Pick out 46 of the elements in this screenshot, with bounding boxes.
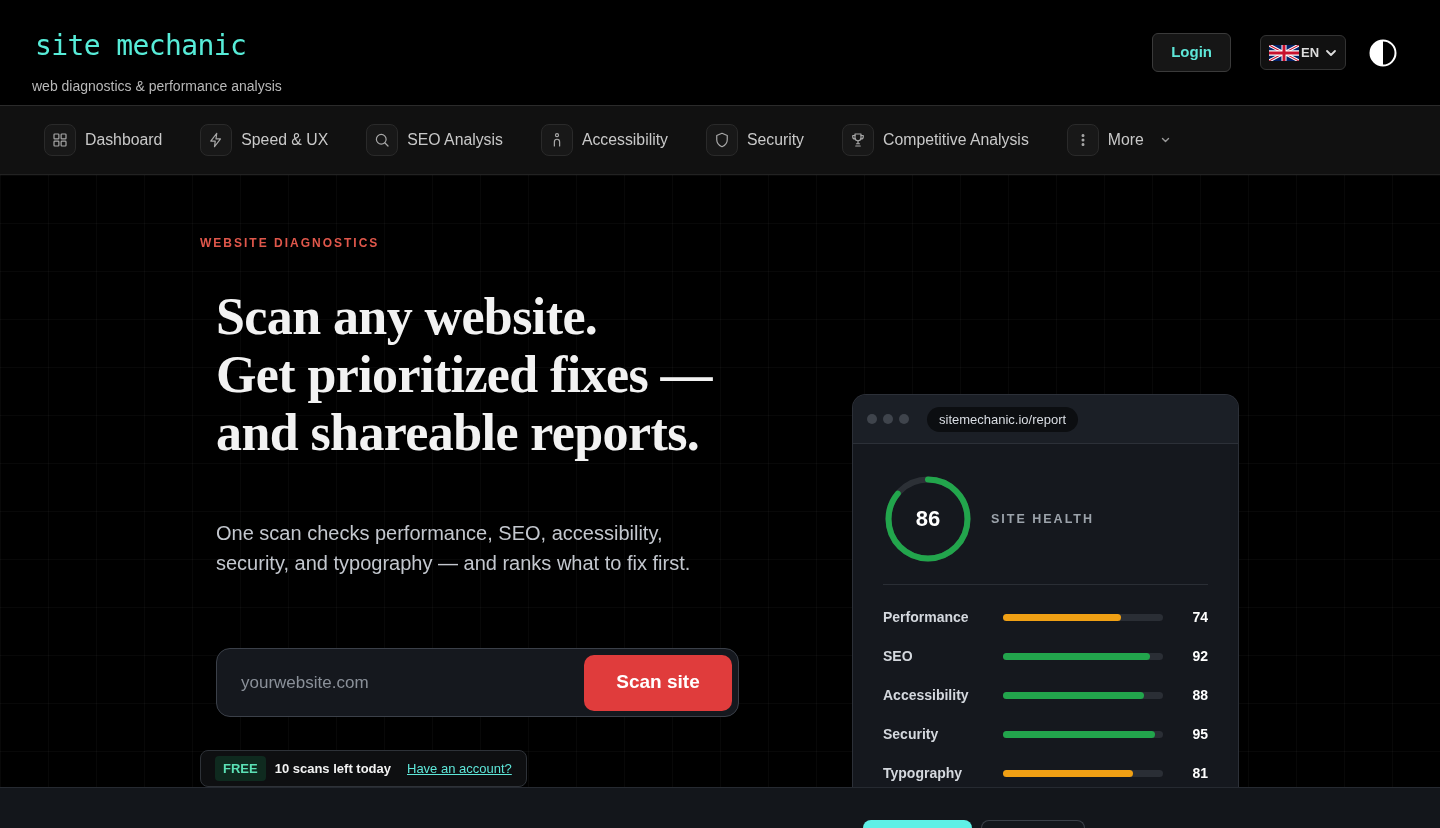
metric-value: 81 xyxy=(1191,764,1208,783)
health-label: SITE HEALTH xyxy=(991,510,1095,528)
contrast-icon[interactable] xyxy=(1369,38,1397,67)
metric-value: 88 xyxy=(1191,686,1208,705)
nav-link[interactable]: Speed & UX xyxy=(200,124,329,156)
address-bar: sitemechanic.io/report xyxy=(927,406,1079,432)
more-menu-button[interactable]: More xyxy=(1066,124,1170,156)
quota-text: 10 scans left today xyxy=(274,759,391,778)
eyebrow-text: WEBSITE DIAGNOSTICS xyxy=(200,236,380,250)
person-icon xyxy=(540,124,573,156)
metric-label: Performance xyxy=(883,608,970,627)
metric-label: SEO xyxy=(883,647,914,666)
lightning-icon xyxy=(200,124,233,156)
nav-link[interactable]: Accessibility xyxy=(540,124,668,156)
login-button[interactable]: Login xyxy=(1152,33,1231,72)
nav-link[interactable]: SEO Analysis xyxy=(366,124,503,156)
metric-label: Typography xyxy=(883,764,964,783)
url-input[interactable]: yourwebsite.com xyxy=(217,649,584,716)
nav-link[interactable]: Competitive Analysis xyxy=(842,124,1029,156)
language-button[interactable]: EN xyxy=(1260,35,1346,70)
nav-link[interactable]: Security xyxy=(705,124,805,156)
dots-icon xyxy=(1066,124,1099,156)
hero-heading: Scan any website. Get prioritized fixes — and shareable reports. xyxy=(216,288,712,462)
logo[interactable]: site mechanic xyxy=(32,28,247,64)
nav-link[interactable]: Dashboard xyxy=(44,124,163,156)
health-score: 86 xyxy=(915,506,941,532)
metric-label: Accessibility xyxy=(883,686,970,705)
grid-icon xyxy=(44,124,76,156)
search-icon xyxy=(366,124,399,156)
account-link[interactable]: Have an account? xyxy=(407,758,512,779)
primary-button[interactable] xyxy=(863,820,972,828)
scan-button[interactable]: Scan site xyxy=(584,654,732,711)
plan-badge: FREE xyxy=(215,755,266,782)
chevron-icon xyxy=(1160,137,1170,143)
metric-value: 92 xyxy=(1191,647,1208,666)
shield-icon xyxy=(705,124,738,156)
metric-value: 74 xyxy=(1191,608,1208,627)
flag-icon xyxy=(1268,44,1299,61)
metric-label: Security xyxy=(883,725,940,744)
chevron-icon xyxy=(1325,48,1338,57)
window-dots-icon xyxy=(867,414,909,424)
trophy-icon xyxy=(842,124,875,156)
scan-form[interactable]: yourwebsite.com Scan site xyxy=(216,648,739,717)
tagline: web diagnostics & performance analysis xyxy=(32,77,282,95)
metric-value: 95 xyxy=(1191,725,1208,744)
hero-description: One scan checks performance, SEO, accessibility, security, and typography — and ranks what to fix first. xyxy=(216,521,692,576)
